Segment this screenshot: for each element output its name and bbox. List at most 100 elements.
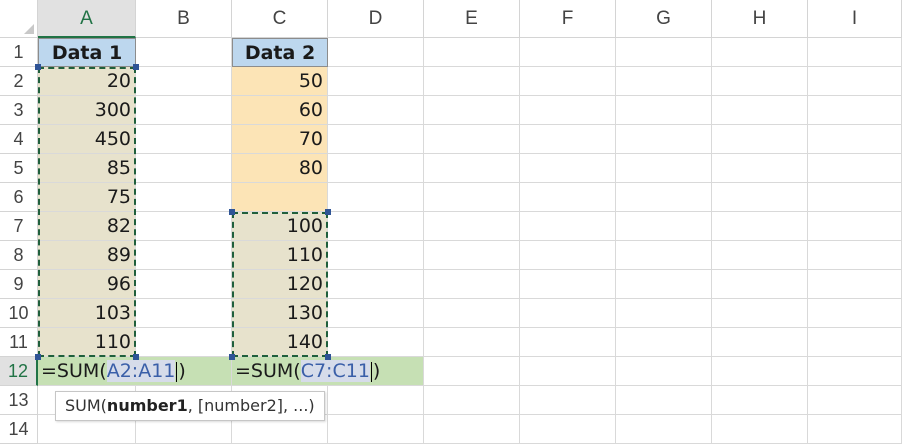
cell-g10[interactable] <box>616 299 712 328</box>
cell-f4[interactable] <box>520 125 616 154</box>
formula-cell-c12[interactable]: =SUM(C7:C11) <box>232 357 424 386</box>
cell-i10[interactable] <box>808 299 902 328</box>
cell-i1[interactable] <box>808 38 902 67</box>
range-resize-handle[interactable] <box>229 209 235 215</box>
cell-d10[interactable] <box>328 299 424 328</box>
cell-h9[interactable] <box>712 270 808 299</box>
cell-h3[interactable] <box>712 96 808 125</box>
cell-g9[interactable] <box>616 270 712 299</box>
cell-b4[interactable] <box>136 125 232 154</box>
cell-h1[interactable] <box>712 38 808 67</box>
cell-i4[interactable] <box>808 125 902 154</box>
data1-value-cell[interactable]: 75 <box>38 183 136 212</box>
data1-value-cell[interactable]: 96 <box>38 270 136 299</box>
column-header-b[interactable]: B <box>136 0 232 38</box>
cell-h11[interactable] <box>712 328 808 357</box>
cell-e14[interactable] <box>424 415 520 444</box>
cell-d3[interactable] <box>328 96 424 125</box>
select-all-corner[interactable] <box>0 0 38 38</box>
cell-b3[interactable] <box>136 96 232 125</box>
cell-i11[interactable] <box>808 328 902 357</box>
cell-e5[interactable] <box>424 154 520 183</box>
cell-g13[interactable] <box>616 386 712 415</box>
cell-d1[interactable] <box>328 38 424 67</box>
cell-e1[interactable] <box>424 38 520 67</box>
cell-h6[interactable] <box>712 183 808 212</box>
cell-f3[interactable] <box>520 96 616 125</box>
cell-i12[interactable] <box>808 357 902 386</box>
cell-i13[interactable] <box>808 386 902 415</box>
cell-f5[interactable] <box>520 154 616 183</box>
data2-value-cell[interactable]: 80 <box>232 154 328 183</box>
spreadsheet-grid[interactable]: ABCDEFGHI 1 2 3 4 5 6 7 8 9 10 11 12 13 14 Data 1 20 30… <box>0 0 902 448</box>
data2-value-cell[interactable]: 110 <box>232 241 328 270</box>
cell-d11[interactable] <box>328 328 424 357</box>
cell-f2[interactable] <box>520 67 616 96</box>
cell-i8[interactable] <box>808 241 902 270</box>
cell-h7[interactable] <box>712 212 808 241</box>
cell-d6[interactable] <box>328 183 424 212</box>
cell-h12[interactable] <box>712 357 808 386</box>
range-resize-handle[interactable] <box>325 354 331 360</box>
data2-value-cell[interactable] <box>232 183 328 212</box>
cell-g5[interactable] <box>616 154 712 183</box>
cell-i5[interactable] <box>808 154 902 183</box>
cell-g12[interactable] <box>616 357 712 386</box>
cell-b6[interactable] <box>136 183 232 212</box>
cell-h8[interactable] <box>712 241 808 270</box>
cell-i2[interactable] <box>808 67 902 96</box>
cell-f7[interactable] <box>520 212 616 241</box>
cell-e12[interactable] <box>424 357 520 386</box>
row-header-5[interactable]: 5 <box>0 154 38 183</box>
cell-i3[interactable] <box>808 96 902 125</box>
data2-value-cell[interactable]: 100 <box>232 212 328 241</box>
range-resize-handle[interactable] <box>35 64 41 70</box>
cell-g4[interactable] <box>616 125 712 154</box>
row-header-3[interactable]: 3 <box>0 96 38 125</box>
range-resize-handle[interactable] <box>229 354 235 360</box>
cell-f10[interactable] <box>520 299 616 328</box>
row-header-8[interactable]: 8 <box>0 241 38 270</box>
cell-b10[interactable] <box>136 299 232 328</box>
row-header-1[interactable]: 1 <box>0 38 38 67</box>
tooltip-arg-number1[interactable]: number1 <box>107 396 188 415</box>
column-header-h[interactable]: H <box>712 0 808 38</box>
cell-f11[interactable] <box>520 328 616 357</box>
column-header-f[interactable]: F <box>520 0 616 38</box>
cell-e4[interactable] <box>424 125 520 154</box>
cell-e11[interactable] <box>424 328 520 357</box>
cell-d9[interactable] <box>328 270 424 299</box>
cell-b2[interactable] <box>136 67 232 96</box>
cell-h13[interactable] <box>712 386 808 415</box>
cell-e8[interactable] <box>424 241 520 270</box>
column-header-e[interactable]: E <box>424 0 520 38</box>
cell-f12[interactable] <box>520 357 616 386</box>
data2-value-cell[interactable]: 70 <box>232 125 328 154</box>
cell-g14[interactable] <box>616 415 712 444</box>
cell-f14[interactable] <box>520 415 616 444</box>
cell-f13[interactable] <box>520 386 616 415</box>
row-header-7[interactable]: 7 <box>0 212 38 241</box>
cell-g3[interactable] <box>616 96 712 125</box>
data1-value-cell[interactable]: 89 <box>38 241 136 270</box>
cell-g6[interactable] <box>616 183 712 212</box>
data2-value-cell[interactable]: 130 <box>232 299 328 328</box>
cell-d13[interactable] <box>328 386 424 415</box>
cell-e10[interactable] <box>424 299 520 328</box>
row-header-12[interactable]: 12 <box>0 357 38 386</box>
row-header-4[interactable]: 4 <box>0 125 38 154</box>
data1-value-cell[interactable]: 110 <box>38 328 136 357</box>
data2-value-cell[interactable]: 60 <box>232 96 328 125</box>
cell-d5[interactable] <box>328 154 424 183</box>
cell-h4[interactable] <box>712 125 808 154</box>
cell-i14[interactable] <box>808 415 902 444</box>
data2-header-cell[interactable]: Data 2 <box>232 38 328 67</box>
data2-value-cell[interactable]: 120 <box>232 270 328 299</box>
column-header-a[interactable]: A <box>38 0 136 38</box>
range-resize-handle[interactable] <box>133 64 139 70</box>
formula-range-reference[interactable]: C7:C11 <box>300 360 370 382</box>
cell-e7[interactable] <box>424 212 520 241</box>
column-header-g[interactable]: G <box>616 0 712 38</box>
data1-value-cell[interactable]: 20 <box>38 67 136 96</box>
cell-g11[interactable] <box>616 328 712 357</box>
